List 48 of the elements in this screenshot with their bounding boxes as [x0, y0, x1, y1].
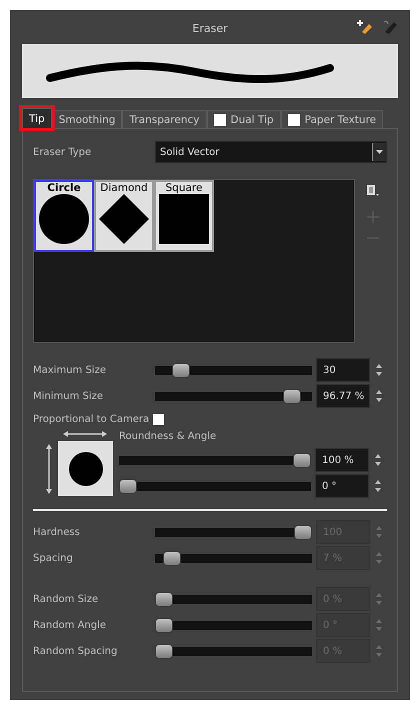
tab[interactable]: Transparency	[122, 110, 206, 128]
slider-label: Spacing	[33, 552, 74, 564]
circle-icon	[68, 452, 102, 486]
slider-label: Random Spacing	[33, 646, 118, 656]
tip-tile[interactable]: Square	[154, 180, 214, 252]
slider-thumb[interactable]	[293, 452, 311, 468]
vertical-arrow-icon	[46, 444, 52, 494]
tab[interactable]: Tip	[22, 108, 52, 128]
spin-up-icon[interactable]	[376, 364, 382, 368]
field-label: Eraser Type	[33, 146, 92, 158]
brush-icon[interactable]	[382, 20, 398, 34]
spin-down-icon[interactable]	[375, 462, 381, 466]
slider-label: Minimum Size	[33, 390, 104, 402]
checkbox[interactable]	[153, 414, 164, 424]
slider-label: Maximum Size	[33, 364, 107, 376]
spin-down-icon[interactable]	[376, 372, 382, 376]
tip-tile[interactable]: Diamond	[94, 180, 154, 252]
value-field[interactable]: 30	[316, 358, 370, 382]
slider-thumb[interactable]	[282, 388, 301, 404]
slider-label: Hardness	[33, 526, 81, 538]
value-field[interactable]: 0 °	[315, 474, 369, 498]
eraser-type-dropdown[interactable]: Solid Vector	[155, 141, 387, 163]
menu-icon[interactable]	[367, 185, 379, 197]
slider-label: Random Size	[33, 594, 100, 604]
value-field[interactable]: 96.77 %	[316, 384, 370, 408]
pencil-plus-icon[interactable]	[356, 20, 372, 34]
square-tip-icon	[159, 194, 209, 244]
horizontal-arrow-icon	[63, 431, 107, 437]
spin-up-icon[interactable]	[376, 390, 382, 394]
diamond-tip-icon	[99, 194, 149, 244]
dropdown-arrow-icon	[376, 150, 383, 154]
section-label: Roundness & Angle	[119, 431, 218, 444]
slider-label: Random Angle	[33, 620, 108, 630]
tab-checkbox	[214, 114, 226, 126]
spin-up-icon[interactable]	[375, 454, 381, 458]
spin-down-icon[interactable]	[375, 488, 381, 492]
tab[interactable]: Paper Texture	[280, 110, 384, 128]
slider-thumb[interactable]	[119, 478, 137, 494]
checkbox-label: Proportional to Camera	[33, 414, 150, 424]
tab-checkbox	[288, 114, 300, 126]
spin-up-icon[interactable]	[375, 480, 381, 484]
panel-title: Eraser	[192, 22, 228, 34]
tip-tile[interactable]: Circle	[34, 180, 94, 252]
slider-thumb[interactable]	[172, 362, 190, 378]
value-field[interactable]: 100 %	[315, 448, 369, 472]
tab[interactable]: Dual Tip	[206, 110, 281, 128]
spin-down-icon[interactable]	[376, 398, 382, 402]
circle-tip-icon	[39, 194, 89, 244]
